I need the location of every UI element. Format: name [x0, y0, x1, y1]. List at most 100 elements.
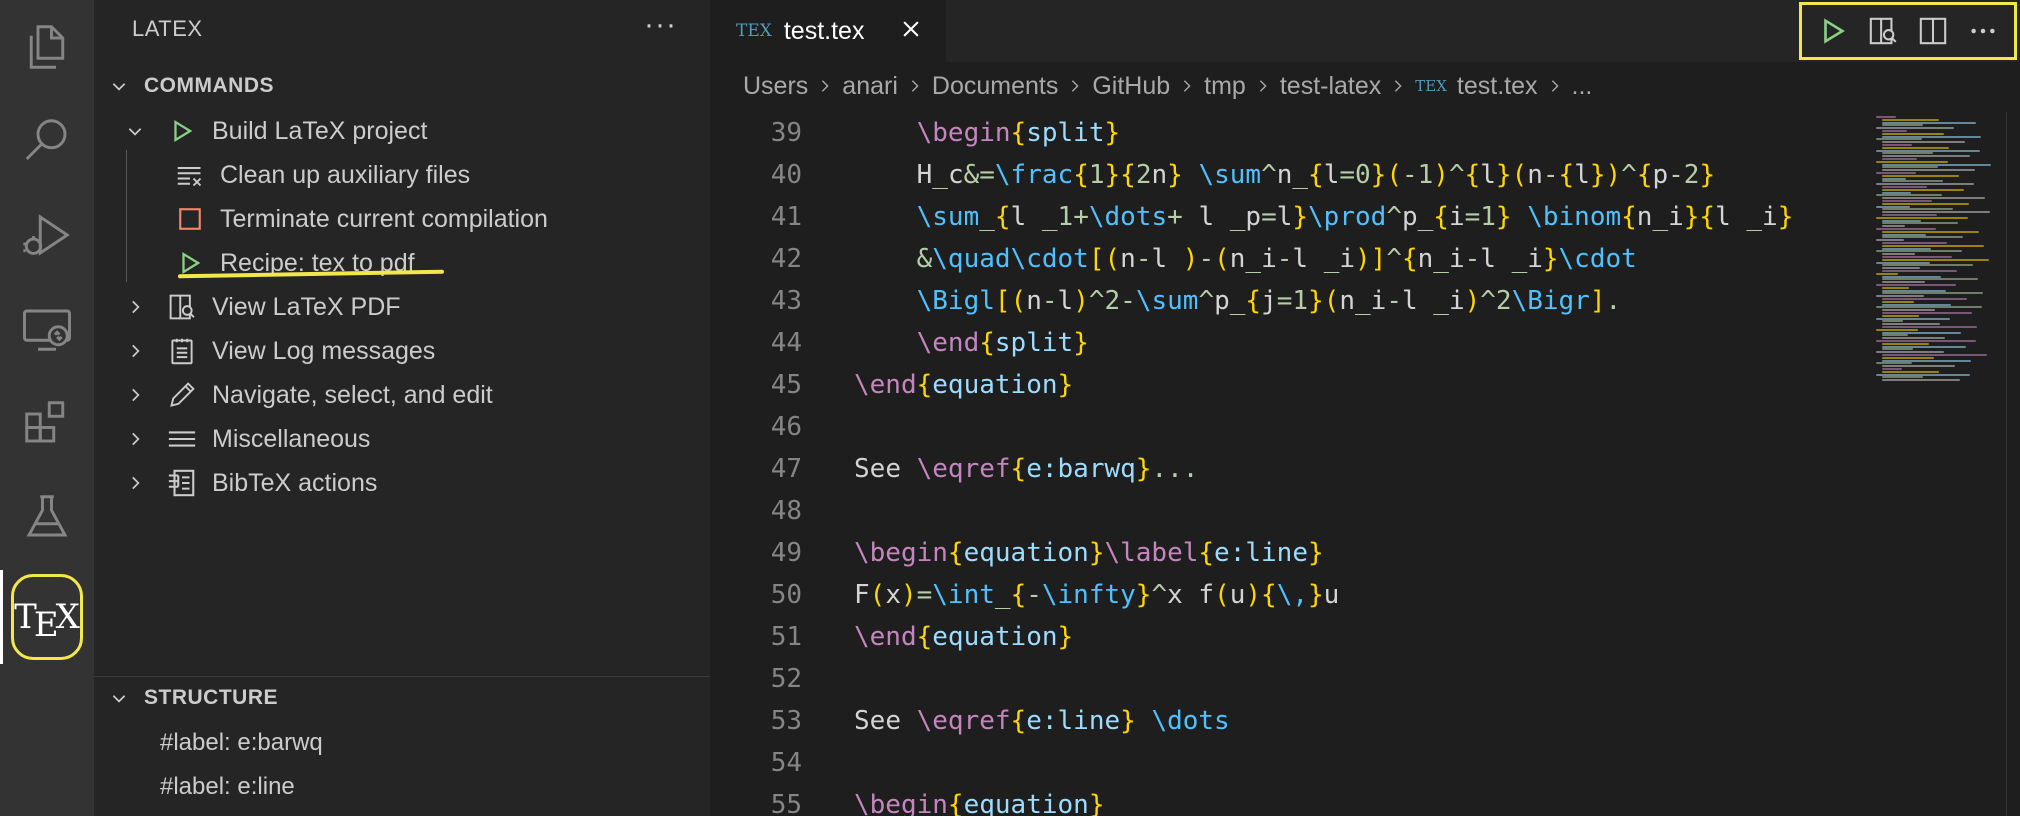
minimap-line — [1876, 172, 1916, 174]
code-text: \begin{split} — [916, 118, 1121, 148]
minimap-line — [1882, 222, 1958, 225]
breadcrumb-item[interactable]: ... — [1572, 72, 1593, 101]
vertical-scrollbar[interactable] — [2006, 112, 2007, 816]
minimap-line — [1876, 272, 1898, 275]
view-pdf-icon[interactable] — [1865, 13, 1901, 49]
breadcrumb: Users anari Documents GitHub tmp test-la… — [743, 68, 1592, 104]
tree-indent-guide — [126, 150, 127, 282]
commands-header-label: COMMANDS — [144, 74, 274, 97]
output-icon — [166, 335, 198, 367]
chevron-right-icon — [1256, 79, 1270, 93]
minimap-line — [1882, 368, 1902, 370]
minimap-line — [1882, 365, 1955, 368]
chevron-down-icon — [120, 122, 150, 140]
section-divider — [94, 676, 710, 677]
run-and-debug-icon[interactable] — [0, 188, 94, 282]
more-actions-icon[interactable]: ··· — [644, 8, 677, 42]
tree-item-recipe-tex-to-pdf[interactable]: Recipe: tex to pdf — [174, 241, 415, 285]
line-number: 53 — [770, 706, 802, 736]
line-number: 52 — [770, 664, 802, 694]
minimap-line — [1876, 295, 1924, 298]
minimap-line — [1882, 214, 1937, 216]
split-editor-icon[interactable] — [1915, 13, 1951, 49]
testing-icon[interactable] — [0, 470, 94, 564]
minimap-line — [1876, 138, 1922, 141]
breadcrumb-item[interactable]: GitHub — [1092, 72, 1170, 101]
minimap-line — [1882, 359, 1971, 362]
minimap-line — [1876, 205, 1910, 208]
minimap-line — [1882, 320, 1903, 323]
tex-icon[interactable]: TEX — [0, 570, 94, 664]
minimap-line — [1876, 116, 1896, 118]
more-actions-icon[interactable] — [1965, 13, 2001, 49]
tab-label: test.tex — [783, 16, 865, 45]
tex-file-icon: TEX — [736, 21, 772, 41]
search-icon[interactable] — [0, 94, 94, 188]
minimap-line — [1882, 135, 1981, 138]
minimap-line — [1876, 183, 1974, 186]
breadcrumb-item[interactable]: anari — [842, 72, 898, 101]
tex-highlight-circle: TEX — [11, 574, 83, 660]
activity-bar: TEX — [0, 0, 94, 816]
breadcrumb-item[interactable]: tmp — [1204, 72, 1246, 101]
code-editor[interactable]: 39 \begin{split} 40 H_c&=\frac{1}{2n} \su… — [710, 112, 1870, 816]
breadcrumb-item[interactable]: Documents — [932, 72, 1058, 101]
minimap-line — [1882, 264, 1973, 267]
line-number: 40 — [770, 160, 802, 190]
minimap-line — [1882, 166, 1938, 169]
minimap-line — [1882, 303, 1951, 306]
minimap-line — [1882, 256, 1952, 258]
tree-item-build-latex-project[interactable]: Build LaTeX project — [120, 109, 427, 153]
minimap-line — [1882, 247, 1931, 250]
code-text: \end{equation} — [854, 370, 1074, 400]
line-number: 43 — [770, 286, 802, 316]
minimap-line — [1882, 197, 1985, 200]
chevron-right-icon — [120, 430, 150, 448]
structure-section-header[interactable]: STRUCTURE — [104, 680, 278, 716]
minimap-line — [1882, 163, 1991, 166]
tree-item-terminate-current-compilation[interactable]: Terminate current compilation — [174, 197, 548, 241]
structure-item-label-barwq[interactable]: #label: e:barwq — [160, 729, 323, 757]
minimap-line — [1882, 200, 1932, 202]
build-play-icon[interactable] — [1815, 13, 1851, 49]
tree-item-view-log-messages[interactable]: View Log messages — [120, 329, 435, 373]
breadcrumb-item[interactable]: test-latex — [1280, 72, 1381, 101]
tree-item-navigate-select-edit[interactable]: Navigate, select, and edit — [120, 373, 493, 417]
explorer-icon[interactable] — [0, 0, 94, 94]
minimap-line — [1882, 188, 1964, 191]
minimap-line — [1882, 158, 1917, 160]
breadcrumb-file[interactable]: TEX test.tex — [1415, 72, 1537, 101]
minimap-line — [1882, 342, 1929, 345]
minimap-line — [1882, 323, 1940, 326]
extensions-icon[interactable] — [0, 376, 94, 470]
minimap-line — [1882, 376, 1923, 379]
minimap[interactable] — [1870, 112, 2010, 816]
breadcrumb-item[interactable]: Users — [743, 72, 808, 101]
minimap-line — [1882, 379, 1960, 382]
minimap-line — [1882, 124, 1923, 127]
tree-item-label: Navigate, select, and edit — [212, 380, 493, 409]
minimap-line — [1882, 354, 1987, 356]
structure-item-label-line[interactable]: #label: e:line — [160, 773, 295, 801]
tree-item-bibtex-actions[interactable]: BibTeX actions — [120, 461, 377, 505]
tree-item-clean-up-auxiliary-files[interactable]: Clean up auxiliary files — [174, 153, 470, 197]
tree-item-miscellaneous[interactable]: Miscellaneous — [120, 417, 370, 461]
references-icon — [166, 467, 198, 499]
minimap-line — [1876, 127, 1954, 130]
tree-item-label: View Log messages — [212, 336, 436, 365]
commands-section-header[interactable]: COMMANDS — [104, 68, 274, 104]
line-number: 48 — [770, 496, 802, 526]
structure-header-label: STRUCTURE — [144, 686, 278, 709]
minimap-line — [1882, 331, 1961, 334]
minimap-line — [1882, 230, 1979, 233]
code-text: \sum_{l _1+\dots+ l _p=l}\prod^p_{i=1} \… — [916, 202, 1794, 232]
remote-explorer-icon[interactable] — [0, 282, 94, 376]
latex-sidebar: LATEX ··· COMMANDS Build LaTeX project C… — [94, 0, 710, 816]
minimap-line — [1882, 289, 1946, 292]
close-icon[interactable] — [900, 18, 922, 45]
tree-item-view-latex-pdf[interactable]: View LaTeX PDF — [120, 285, 401, 329]
tab-test-tex[interactable]: TEX test.tex — [710, 0, 946, 62]
minimap-line — [1882, 211, 1990, 214]
minimap-line — [1882, 258, 1989, 261]
chevron-right-icon — [1548, 79, 1562, 93]
